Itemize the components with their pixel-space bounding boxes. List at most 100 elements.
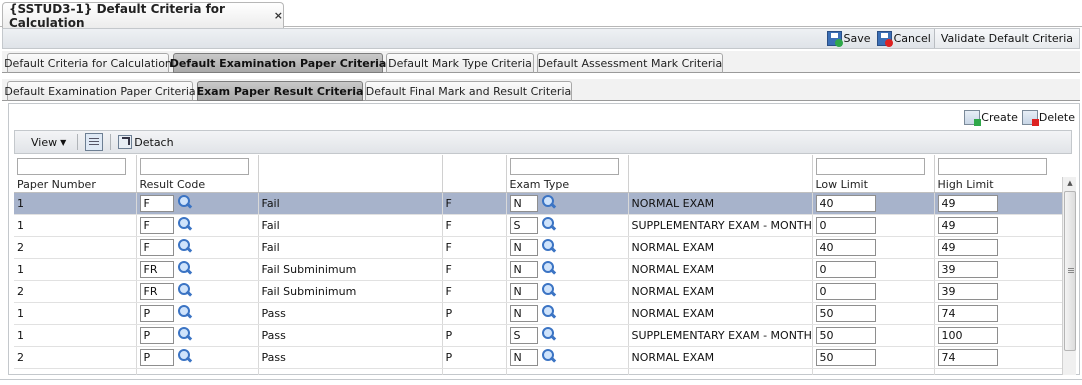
- high-limit-cell: 74: [934, 302, 1062, 325]
- column-header-exam-type[interactable]: Exam Type: [506, 177, 629, 193]
- exam-type-input[interactable]: S: [509, 216, 538, 234]
- view-menu[interactable]: View ▼: [15, 136, 74, 149]
- low-limit-filter[interactable]: [815, 157, 925, 175]
- vertical-scrollbar[interactable]: ▲: [1062, 177, 1076, 375]
- low-limit-input[interactable]: 50: [815, 304, 876, 322]
- table-row[interactable]: 2 F Fail F N NORMAL EXAM 40 49: [14, 236, 1062, 259]
- query-by-example-icon[interactable]: [85, 133, 104, 151]
- close-icon[interactable]: ×: [274, 9, 283, 22]
- save-button[interactable]: Save: [824, 29, 874, 48]
- high-limit-input[interactable]: 74: [937, 304, 998, 322]
- table-row[interactable]: [14, 368, 1062, 375]
- column-header-high-limit[interactable]: High Limit: [934, 177, 1062, 193]
- column-header-paper-number[interactable]: Paper Number: [14, 177, 137, 193]
- table-row[interactable]: 1 P Pass P S SUPPLEMENTARY EXAM - MONTH …: [14, 324, 1062, 347]
- exam-type-filter[interactable]: [509, 157, 619, 175]
- result-description-cell: Fail: [258, 236, 443, 259]
- paper-number-filter[interactable]: [17, 157, 126, 175]
- result-description-cell: Pass: [258, 302, 443, 325]
- table-row[interactable]: 1 P Pass P N NORMAL EXAM 50 74: [14, 302, 1062, 325]
- search-icon[interactable]: [541, 349, 557, 365]
- search-icon[interactable]: [177, 283, 193, 299]
- tab-default-criteria-for-calculation[interactable]: Default Criteria for Calculation: [4, 53, 172, 73]
- detach-button[interactable]: Detach: [118, 135, 174, 149]
- tab-exam-paper-result-criteria[interactable]: Exam Paper Result Criteria: [197, 81, 363, 101]
- low-limit-input[interactable]: 50: [815, 348, 876, 366]
- column-header-result-code[interactable]: Result Code: [136, 177, 259, 193]
- search-icon[interactable]: [541, 283, 557, 299]
- search-icon[interactable]: [177, 305, 193, 321]
- result-description-cell: Fail Subminimum: [258, 280, 443, 303]
- result-code-input[interactable]: FR: [139, 260, 174, 278]
- table-row[interactable]: 2 P Pass P N NORMAL EXAM 50 74: [14, 346, 1062, 369]
- search-icon[interactable]: [177, 239, 193, 255]
- search-icon[interactable]: [177, 195, 193, 211]
- delete-button[interactable]: Delete: [1021, 109, 1075, 126]
- exam-type-input[interactable]: N: [509, 304, 538, 322]
- high-limit-filter[interactable]: [937, 157, 1047, 175]
- tab-default-mark-type-criteria[interactable]: Default Mark Type Criteria: [386, 53, 534, 73]
- exam-type-input[interactable]: S: [509, 326, 538, 344]
- high-limit-cell: 49: [934, 214, 1062, 237]
- create-button[interactable]: Create: [964, 109, 1018, 126]
- result-code-input[interactable]: F: [139, 238, 174, 256]
- result-code-input[interactable]: F: [139, 216, 174, 234]
- search-icon[interactable]: [541, 239, 557, 255]
- result-code-input[interactable]: P: [139, 304, 174, 322]
- high-limit-input[interactable]: 49: [937, 238, 998, 256]
- low-limit-input[interactable]: 0: [815, 260, 876, 278]
- high-limit-input[interactable]: 39: [937, 282, 998, 300]
- validate-default-criteria-button[interactable]: Validate Default Criteria: [933, 29, 1079, 48]
- scrollbar-thumb[interactable]: [1064, 191, 1076, 351]
- window-tab[interactable]: {SSTUD3-1} Default Criteria for Calculat…: [2, 2, 284, 30]
- result-description-cell: Pass: [258, 324, 443, 347]
- low-limit-input[interactable]: 0: [815, 282, 876, 300]
- table-row[interactable]: 1 FR Fail Subminimum F N NORMAL EXAM 0 3…: [14, 258, 1062, 281]
- exam-type-input[interactable]: N: [509, 194, 538, 212]
- result-flag-cell: F: [442, 280, 507, 303]
- column-header-low-limit[interactable]: Low Limit: [812, 177, 935, 193]
- low-limit-input[interactable]: 40: [815, 238, 876, 256]
- paper-number-cell: 2: [14, 236, 137, 259]
- tab-label: Default Examination Paper Criteria: [4, 84, 196, 98]
- tab-default-final-mark-and-result-criteria[interactable]: Default Final Mark and Result Criteria: [365, 81, 572, 101]
- low-limit-input[interactable]: 40: [815, 194, 876, 212]
- high-limit-input[interactable]: 74: [937, 348, 998, 366]
- result-code-input[interactable]: P: [139, 326, 174, 344]
- search-icon[interactable]: [541, 261, 557, 277]
- search-icon[interactable]: [177, 217, 193, 233]
- high-limit-input[interactable]: 49: [937, 194, 998, 212]
- result-code-input[interactable]: FR: [139, 282, 174, 300]
- result-code-input[interactable]: P: [139, 348, 174, 366]
- exam-type-input[interactable]: N: [509, 348, 538, 366]
- cancel-button[interactable]: Cancel: [874, 29, 934, 48]
- scroll-up-icon[interactable]: ▲: [1063, 177, 1077, 189]
- exam-type-description-cell: NORMAL EXAM: [628, 258, 813, 281]
- high-limit-cell: 74: [934, 346, 1062, 369]
- search-icon[interactable]: [541, 327, 557, 343]
- high-limit-input[interactable]: 39: [937, 260, 998, 278]
- search-icon[interactable]: [177, 261, 193, 277]
- table-row[interactable]: 1 F Fail F N NORMAL EXAM 40 49: [14, 192, 1062, 215]
- low-limit-input[interactable]: 0: [815, 216, 876, 234]
- tab-default-examination-paper-criteria[interactable]: Default Examination Paper Criteria: [170, 53, 386, 73]
- search-icon[interactable]: [177, 327, 193, 343]
- exam-type-input[interactable]: N: [509, 238, 538, 256]
- search-icon[interactable]: [541, 305, 557, 321]
- low-limit-input[interactable]: 50: [815, 326, 876, 344]
- exam-type-input[interactable]: N: [509, 282, 538, 300]
- high-limit-input[interactable]: 100: [937, 326, 998, 344]
- search-icon[interactable]: [177, 349, 193, 365]
- search-icon[interactable]: [541, 217, 557, 233]
- tab-default-examination-paper-criteria-sub[interactable]: Default Examination Paper Criteria: [4, 81, 196, 101]
- low-limit-cell: 50: [812, 324, 935, 347]
- search-icon[interactable]: [541, 195, 557, 211]
- tab-default-assessment-mark-criteria[interactable]: Default Assessment Mark Criteria: [537, 53, 723, 73]
- table-row[interactable]: 1 F Fail F S SUPPLEMENTARY EXAM - MONTH …: [14, 214, 1062, 237]
- high-limit-input[interactable]: 49: [937, 216, 998, 234]
- result-code-filter[interactable]: [139, 157, 249, 175]
- table-row[interactable]: 2 FR Fail Subminimum F N NORMAL EXAM 0 3…: [14, 280, 1062, 303]
- exam-type-input[interactable]: N: [509, 260, 538, 278]
- paper-number-cell: 1: [14, 324, 137, 347]
- result-code-input[interactable]: F: [139, 194, 174, 212]
